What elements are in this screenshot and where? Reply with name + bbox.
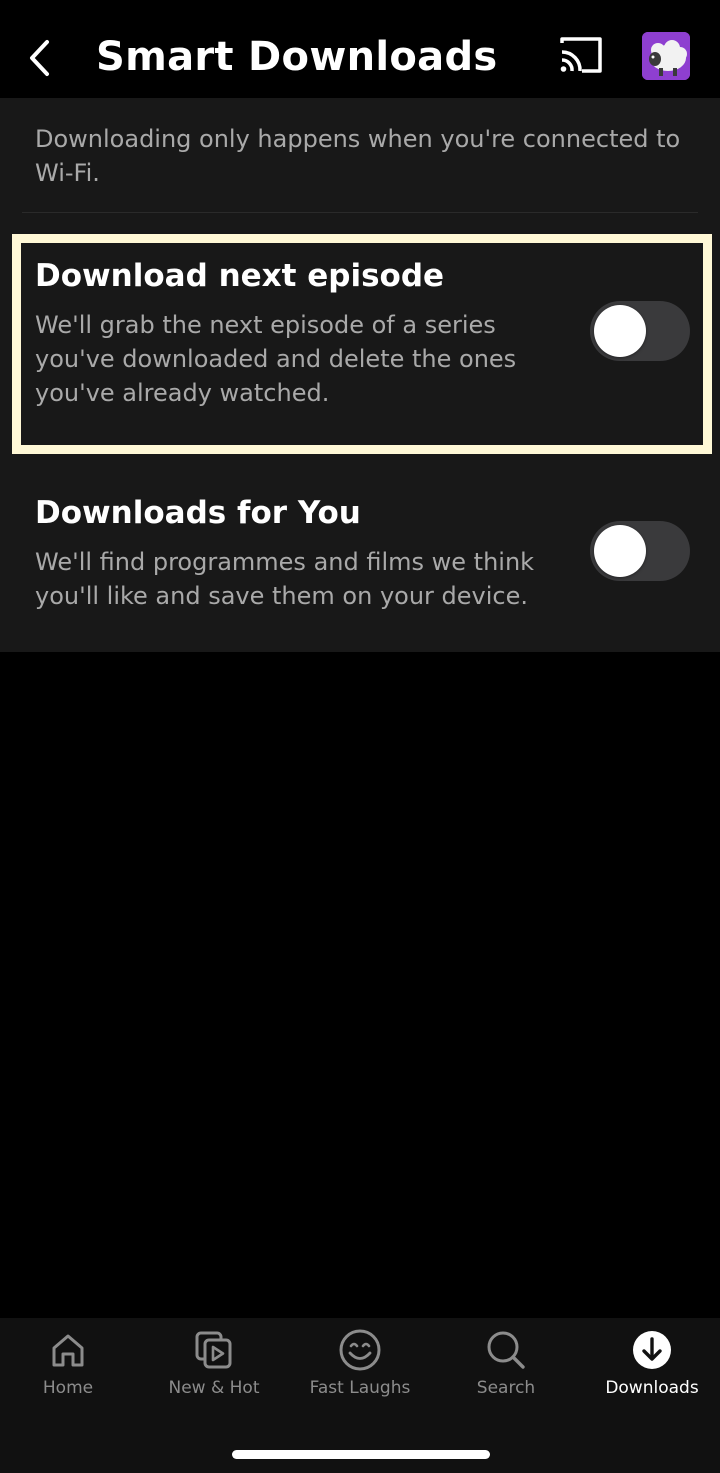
page-title: Smart Downloads (96, 34, 498, 80)
sheep-avatar-icon (642, 32, 690, 80)
downloads-for-you-title: Downloads for You (35, 495, 361, 531)
profile-avatar[interactable] (642, 32, 690, 80)
nav-item-search[interactable]: Search (436, 1328, 576, 1408)
nav-label-fast-laughs: Fast Laughs (309, 1378, 411, 1398)
smart-downloads-screen: Smart Downloads Downloading only happens… (0, 0, 720, 1473)
home-indicator[interactable] (232, 1450, 490, 1459)
nav-item-home[interactable]: Home (0, 1328, 138, 1408)
nav-label-search: Search (476, 1378, 536, 1398)
new-hot-icon (195, 1331, 232, 1369)
divider (22, 212, 698, 213)
search-icon (487, 1331, 525, 1369)
cast-button[interactable] (556, 34, 606, 78)
cast-icon (560, 37, 602, 73)
toggle-knob (594, 525, 646, 577)
back-button[interactable] (20, 36, 60, 80)
nav-item-new-hot[interactable]: New & Hot (144, 1328, 284, 1408)
smiley-icon (339, 1329, 381, 1371)
home-icon (52, 1334, 84, 1367)
download-next-episode-title: Download next episode (35, 258, 445, 294)
toggle-knob (594, 305, 646, 357)
chevron-left-icon (30, 40, 49, 76)
nav-item-fast-laughs[interactable]: Fast Laughs (290, 1328, 430, 1408)
downloads-for-you-description: We'll find programmes and films we think… (35, 548, 535, 610)
nav-label-new-hot: New & Hot (168, 1378, 260, 1398)
nav-label-downloads: Downloads (605, 1378, 699, 1398)
nav-item-downloads[interactable]: Downloads (582, 1328, 720, 1408)
download-icon (633, 1331, 671, 1369)
downloads-for-you-toggle[interactable] (590, 521, 690, 581)
app-header: Smart Downloads (0, 0, 720, 98)
wifi-info-text: Downloading only happens when you're con… (35, 125, 681, 187)
download-next-episode-toggle[interactable] (590, 301, 690, 361)
nav-label-home: Home (42, 1378, 94, 1398)
download-next-episode-description: We'll grab the next episode of a series … (35, 311, 517, 407)
